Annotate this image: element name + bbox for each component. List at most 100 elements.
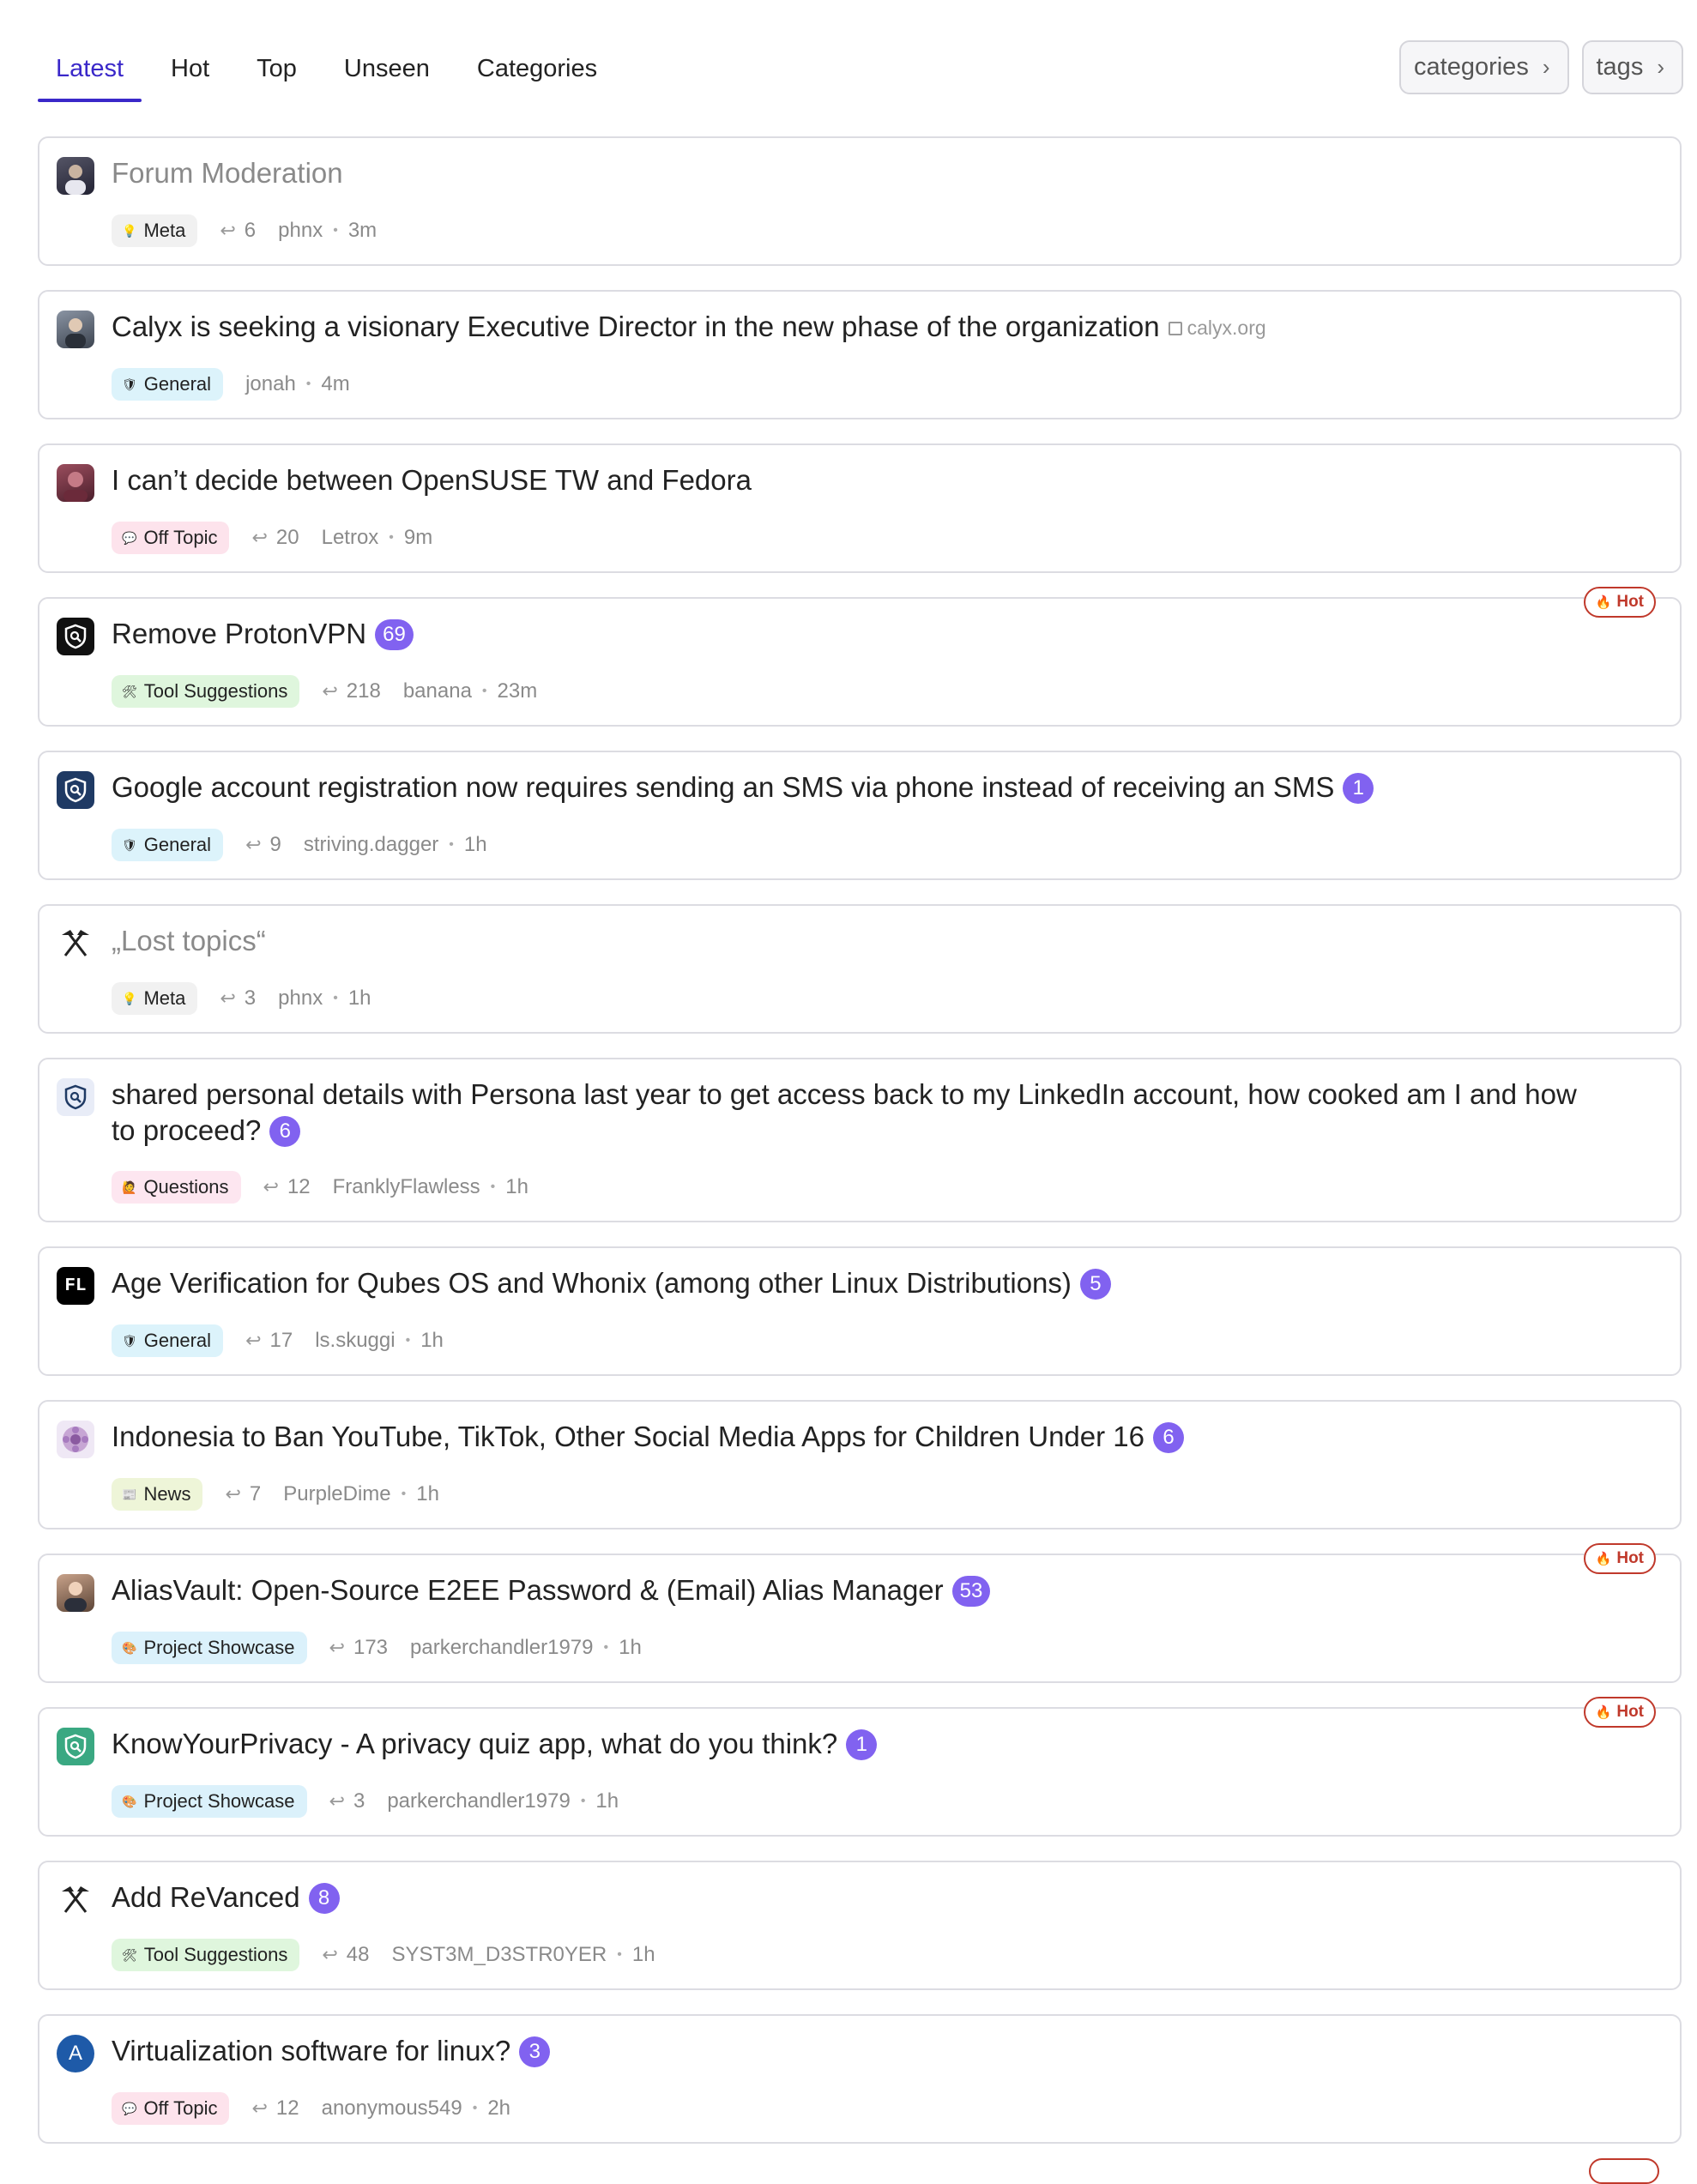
topic-author[interactable]: banana: [403, 679, 472, 703]
user-avatar[interactable]: [57, 311, 94, 348]
category-tag[interactable]: 🛡 General: [112, 1324, 224, 1357]
tab-categories[interactable]: Categories: [459, 45, 615, 102]
topic-card[interactable]: I can’t decide between OpenSUSE TW and F…: [38, 443, 1682, 573]
unread-count-badge[interactable]: 1: [1343, 773, 1374, 804]
unread-count-badge[interactable]: 6: [269, 1116, 301, 1147]
topic-age: 1h: [347, 986, 371, 1010]
category-tag[interactable]: 💬 Off Topic: [112, 522, 230, 554]
topic-title[interactable]: Calyx is seeking a visionary Executive D…: [112, 311, 1160, 342]
category-tag[interactable]: 🛠 Tool Suggestions: [112, 675, 300, 708]
unread-count-badge[interactable]: 69: [375, 619, 414, 650]
unread-count-badge[interactable]: 6: [1153, 1422, 1185, 1453]
tab-latest[interactable]: Latest: [38, 45, 142, 102]
topic-title[interactable]: Virtualization software for linux?: [112, 2035, 510, 2066]
topic-card[interactable]: Forum Moderation 💡 Meta ↩ 6 phnx • 3m: [38, 136, 1682, 266]
user-avatar[interactable]: [57, 771, 94, 809]
topic-author[interactable]: Letrox: [322, 526, 379, 550]
separator-dot: •: [449, 837, 454, 852]
category-tag[interactable]: 💡 Meta: [112, 982, 198, 1015]
topic-author[interactable]: ls.skuggi: [315, 1329, 395, 1353]
topic-card[interactable]: A Virtualization software for linux? 3 💬 O…: [38, 2014, 1682, 2144]
tab-hot[interactable]: Hot: [153, 45, 227, 102]
unread-count-badge[interactable]: 8: [308, 1883, 340, 1914]
tab-unseen[interactable]: Unseen: [326, 45, 448, 102]
category-tag[interactable]: 🛡 General: [112, 368, 224, 401]
user-avatar[interactable]: [57, 1421, 94, 1458]
topic-card[interactable]: 🔥 Hot KnowYourPrivacy - A privacy quiz ap…: [38, 1697, 1682, 1837]
topic-card[interactable]: Add ReVanced 8 🛠 Tool Suggestions ↩ 48 SYST…: [38, 1861, 1682, 1990]
topic-card[interactable]: 🔥 Hot Remove ProtonVPN 69 🛠 Tool Suggestion…: [38, 587, 1682, 727]
user-avatar[interactable]: [57, 1728, 94, 1765]
category-tag[interactable]: 💡 Meta: [112, 214, 198, 247]
topic-card[interactable]: Calyx is seeking a visionary Executive D…: [38, 290, 1682, 419]
topic-age: 3m: [347, 219, 377, 242]
user-avatar[interactable]: [57, 925, 94, 962]
topic-title[interactable]: „Lost topics“: [112, 925, 266, 956]
user-avatar[interactable]: A: [57, 2035, 94, 2072]
topic-author[interactable]: phnx: [278, 986, 323, 1011]
category-tag[interactable]: 🎨 Project Showcase: [112, 1785, 307, 1818]
topic-author[interactable]: parkerchandler1979: [387, 1789, 570, 1813]
topic-meta: 🛠 Tool Suggestions ↩ 218 banana • 23m: [112, 675, 537, 708]
reply-count-value: 12: [275, 2097, 299, 2120]
topic-author[interactable]: anonymous549: [322, 2097, 462, 2121]
unread-count-badge[interactable]: 1: [846, 1729, 878, 1760]
user-avatar[interactable]: [57, 1574, 94, 1612]
topic-title[interactable]: Age Verification for Qubes OS and Whonix…: [112, 1267, 1072, 1299]
user-avatar[interactable]: [57, 618, 94, 655]
topic-title[interactable]: Remove ProtonVPN: [112, 618, 366, 649]
topic-author[interactable]: PurpleDime: [283, 1482, 390, 1506]
user-avatar[interactable]: FL: [57, 1267, 94, 1305]
topic-title[interactable]: Add ReVanced: [112, 1881, 300, 1913]
tags-dropdown[interactable]: tags ›: [1581, 40, 1683, 94]
topic-author[interactable]: jonah: [245, 372, 296, 396]
topic-title[interactable]: shared personal details with Persona las…: [112, 1078, 1577, 1146]
topic-title-line: AliasVault: Open-Source E2EE Password & …: [112, 1572, 1594, 1608]
topic-card[interactable]: Google account registration now requires…: [38, 751, 1682, 880]
topic-title[interactable]: KnowYourPrivacy - A privacy quiz app, wh…: [112, 1728, 837, 1759]
external-link[interactable]: calyx.org: [1168, 317, 1266, 339]
topic-title[interactable]: I can’t decide between OpenSUSE TW and F…: [112, 464, 752, 496]
topic-meta: 🛡 General ↩ 9 striving.dagger • 1h: [112, 829, 487, 861]
user-avatar[interactable]: [57, 1881, 94, 1919]
user-avatar[interactable]: [57, 157, 94, 195]
topic-title[interactable]: AliasVault: Open-Source E2EE Password & …: [112, 1574, 944, 1606]
topic-title[interactable]: Indonesia to Ban YouTube, TikTok, Other …: [112, 1421, 1144, 1452]
user-avatar[interactable]: [57, 1078, 94, 1116]
topic-card[interactable]: shared personal details with Persona las…: [38, 1058, 1682, 1222]
category-tag[interactable]: 📰 News: [112, 1478, 203, 1511]
topic-author[interactable]: striving.dagger: [304, 833, 438, 857]
topic-author[interactable]: parkerchandler1979: [410, 1636, 593, 1660]
tab-top[interactable]: Top: [239, 45, 315, 102]
tags-dropdown-label: tags: [1596, 53, 1644, 81]
topic-title[interactable]: Google account registration now requires…: [112, 771, 1334, 803]
topic-meta: 🛠 Tool Suggestions ↩ 48 SYST3M_D3STR0YER •…: [112, 1939, 655, 1971]
reply-icon: ↩: [220, 220, 236, 241]
topic-card[interactable]: FL Age Verification for Qubes OS and Who…: [38, 1246, 1682, 1376]
category-tag[interactable]: 🛠 Tool Suggestions: [112, 1939, 300, 1971]
category-name: Project Showcase: [143, 1790, 295, 1812]
unread-count-badge[interactable]: 3: [519, 2036, 551, 2067]
unread-count-badge[interactable]: 53: [951, 1576, 991, 1607]
topic-card[interactable]: Indonesia to Ban YouTube, TikTok, Other …: [38, 1400, 1682, 1529]
topic-title[interactable]: Forum Moderation: [112, 157, 343, 189]
topic-card[interactable]: „Lost topics“ 💡 Meta ↩ 3 phnx • 1h: [38, 904, 1682, 1034]
category-tag[interactable]: 🛡 General: [112, 829, 224, 861]
bulb-icon: 💡: [122, 223, 137, 238]
topic-author[interactable]: FranklyFlawless: [333, 1175, 480, 1199]
category-name: Project Showcase: [143, 1637, 295, 1658]
flame-icon: 🔥: [1595, 595, 1612, 610]
reply-count-value: 12: [287, 1175, 311, 1198]
reply-count: ↩ 3: [329, 1789, 365, 1813]
user-avatar[interactable]: [57, 464, 94, 502]
topic-author[interactable]: SYST3M_D3STR0YER: [391, 1943, 607, 1967]
topic-card[interactable]: 🔥 Hot AliasVault: Open-Source E2EE Passwo…: [38, 1543, 1682, 1683]
topic-author[interactable]: phnx: [278, 219, 323, 243]
categories-dropdown[interactable]: categories ›: [1399, 40, 1569, 94]
category-tag[interactable]: 💬 Off Topic: [112, 2092, 230, 2125]
category-tag[interactable]: 🎨 Project Showcase: [112, 1632, 307, 1664]
topic-age: 1h: [463, 833, 487, 856]
unread-count-badge[interactable]: 5: [1079, 1269, 1111, 1300]
reply-icon: ↩: [220, 987, 236, 1009]
category-tag[interactable]: 🙋 Questions: [112, 1171, 241, 1204]
